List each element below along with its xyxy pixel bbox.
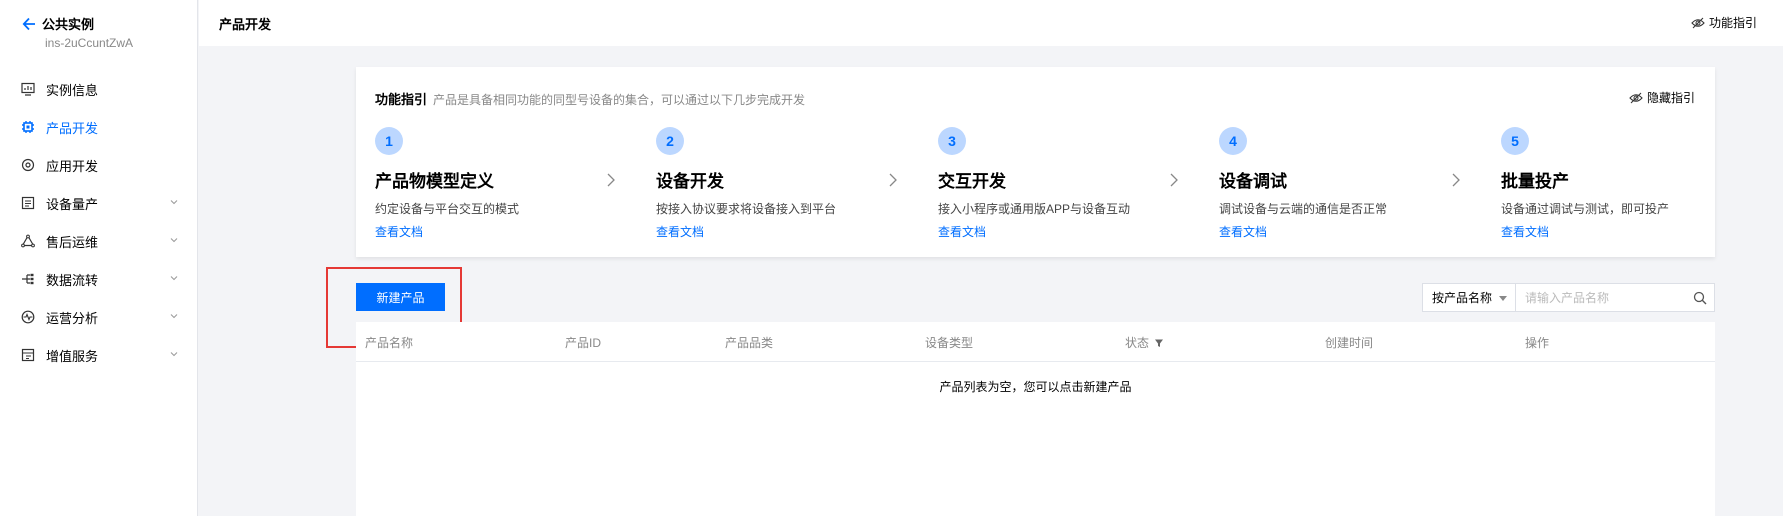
back-arrow-icon[interactable] — [22, 17, 36, 31]
step-description: 接入小程序或通用版APP与设备互动 — [938, 202, 1131, 216]
chevron-down-icon — [170, 238, 178, 243]
sidebar-nav: 实例信息 产品开发 应用开发 设备量产 售后运维 数据流转 运营分析 增值服务 — [0, 70, 198, 374]
sidebar-item-label: 实例信息 — [46, 82, 99, 98]
chevron-down-icon — [170, 314, 178, 319]
hide-guide-button[interactable]: 隐藏指引 — [1629, 89, 1695, 106]
column-header-status: 状态 — [1125, 334, 1164, 351]
top-bar: 产品开发 功能指引 — [199, 0, 1783, 46]
sidebar: 公共实例 ins-2uCcuntZwA 实例信息 产品开发 应用开发 设备量产 … — [0, 0, 198, 516]
step-title: 交互开发 — [938, 172, 1006, 191]
monitor-icon — [20, 81, 36, 97]
sidebar-item-app-dev[interactable]: 应用开发 — [0, 146, 198, 184]
view-docs-link[interactable]: 查看文档 — [938, 223, 986, 240]
service-icon — [20, 347, 36, 363]
hide-guide-label: 隐藏指引 — [1646, 91, 1695, 105]
guide-step-3: 3 交互开发 接入小程序或通用版APP与设备互动 查看文档 — [938, 127, 1198, 240]
guide-step-2: 2 设备开发 按接入协议要求将设备接入到平台 查看文档 — [656, 127, 916, 240]
step-description: 约定设备与平台交互的模式 — [375, 202, 520, 216]
sidebar-item-label: 售后运维 — [46, 234, 99, 250]
sidebar-item-instance-info[interactable]: 实例信息 — [0, 70, 198, 108]
view-docs-link[interactable]: 查看文档 — [1501, 223, 1549, 240]
column-header: 产品品类 — [725, 336, 774, 350]
sidebar-item-label: 增值服务 — [46, 348, 99, 364]
column-header: 操作 — [1525, 336, 1550, 350]
search-field-select[interactable]: 按产品名称 — [1423, 284, 1516, 311]
list-icon — [20, 195, 36, 211]
sidebar-item-after-sales[interactable]: 售后运维 — [0, 222, 198, 260]
caret-down-icon — [1499, 296, 1507, 301]
step-title: 批量投产 — [1501, 172, 1569, 191]
sidebar-item-data-flow[interactable]: 数据流转 — [0, 260, 198, 298]
chevron-right-icon — [607, 173, 615, 187]
column-header: 设备类型 — [925, 336, 974, 350]
triangle-nodes-icon — [20, 233, 36, 249]
page-title: 产品开发 — [219, 17, 272, 32]
chip-icon — [20, 119, 36, 135]
chevron-right-icon — [1170, 173, 1178, 187]
instance-id: ins-2uCcuntZwA — [45, 36, 134, 50]
view-docs-link[interactable]: 查看文档 — [656, 223, 704, 240]
feature-guide-label: 功能指引 — [1708, 16, 1757, 30]
step-number: 4 — [1219, 127, 1247, 155]
sidebar-item-label: 数据流转 — [46, 272, 99, 288]
guide-step-1: 1 产品物模型定义 约定设备与平台交互的模式 查看文档 — [375, 127, 635, 240]
sidebar-item-value-added[interactable]: 增值服务 — [0, 336, 198, 374]
sidebar-item-label: 应用开发 — [46, 158, 99, 174]
step-description: 按接入协议要求将设备接入到平台 — [656, 202, 837, 216]
empty-state-message: 产品列表为空，您可以点击新建产品 — [939, 380, 1132, 394]
sidebar-item-operations[interactable]: 运营分析 — [0, 298, 198, 336]
chevron-right-icon — [1452, 173, 1460, 187]
instance-title: 公共实例 — [42, 17, 95, 32]
sidebar-item-label: 运营分析 — [46, 310, 99, 326]
guide-description: 产品是具备相同功能的同型号设备的集合，可以通过以下几步完成开发 — [433, 93, 806, 107]
step-number: 2 — [656, 127, 684, 155]
product-table: 产品名称 产品ID 产品品类 设备类型 状态 创建时间 操作 产品列表为空，您可… — [356, 322, 1715, 516]
chevron-down-icon — [170, 200, 178, 205]
step-number: 1 — [375, 127, 403, 155]
filter-icon[interactable] — [1154, 338, 1164, 348]
eye-off-icon — [1629, 92, 1643, 103]
chevron-down-icon — [170, 352, 178, 357]
feature-guide-toggle[interactable]: 功能指引 — [1691, 14, 1757, 31]
product-search: 按产品名称 — [1422, 283, 1715, 312]
search-icon[interactable] — [1686, 284, 1714, 311]
table-header: 产品名称 产品ID 产品品类 设备类型 状态 创建时间 操作 — [356, 322, 1715, 362]
sidebar-item-product-dev[interactable]: 产品开发 — [0, 108, 198, 146]
view-docs-link[interactable]: 查看文档 — [1219, 223, 1267, 240]
guide-card: 功能指引 产品是具备相同功能的同型号设备的集合，可以通过以下几步完成开发 隐藏指… — [356, 67, 1715, 257]
step-title: 设备开发 — [656, 172, 724, 191]
instance-header: 公共实例 — [22, 14, 94, 33]
guide-step-4: 4 设备调试 调试设备与云端的通信是否正常 查看文档 — [1219, 127, 1479, 240]
step-title: 设备调试 — [1219, 172, 1287, 191]
step-number: 3 — [938, 127, 966, 155]
sidebar-item-label: 设备量产 — [46, 196, 99, 212]
step-description: 设备通过调试与测试，即可投产 — [1501, 202, 1670, 216]
search-input[interactable] — [1516, 284, 1686, 311]
guide-step-5: 5 批量投产 设备通过调试与测试，即可投产 查看文档 — [1501, 127, 1761, 240]
chevron-down-icon — [170, 276, 178, 281]
step-description: 调试设备与云端的通信是否正常 — [1219, 202, 1388, 216]
chevron-right-icon — [889, 173, 897, 187]
view-docs-link[interactable]: 查看文档 — [375, 223, 423, 240]
search-field-select-value: 按产品名称 — [1432, 291, 1493, 305]
sidebar-item-label: 产品开发 — [46, 120, 99, 136]
app-icon — [20, 157, 36, 173]
sidebar-item-mass-production[interactable]: 设备量产 — [0, 184, 198, 222]
column-header: 产品ID — [565, 336, 602, 350]
step-title: 产品物模型定义 — [375, 172, 494, 191]
column-header: 产品名称 — [365, 336, 414, 350]
step-number: 5 — [1501, 127, 1529, 155]
eye-off-icon — [1691, 17, 1705, 28]
guide-title: 功能指引 — [375, 92, 428, 107]
column-header: 创建时间 — [1325, 336, 1374, 350]
flow-icon — [20, 271, 36, 287]
pulse-icon — [20, 309, 36, 325]
